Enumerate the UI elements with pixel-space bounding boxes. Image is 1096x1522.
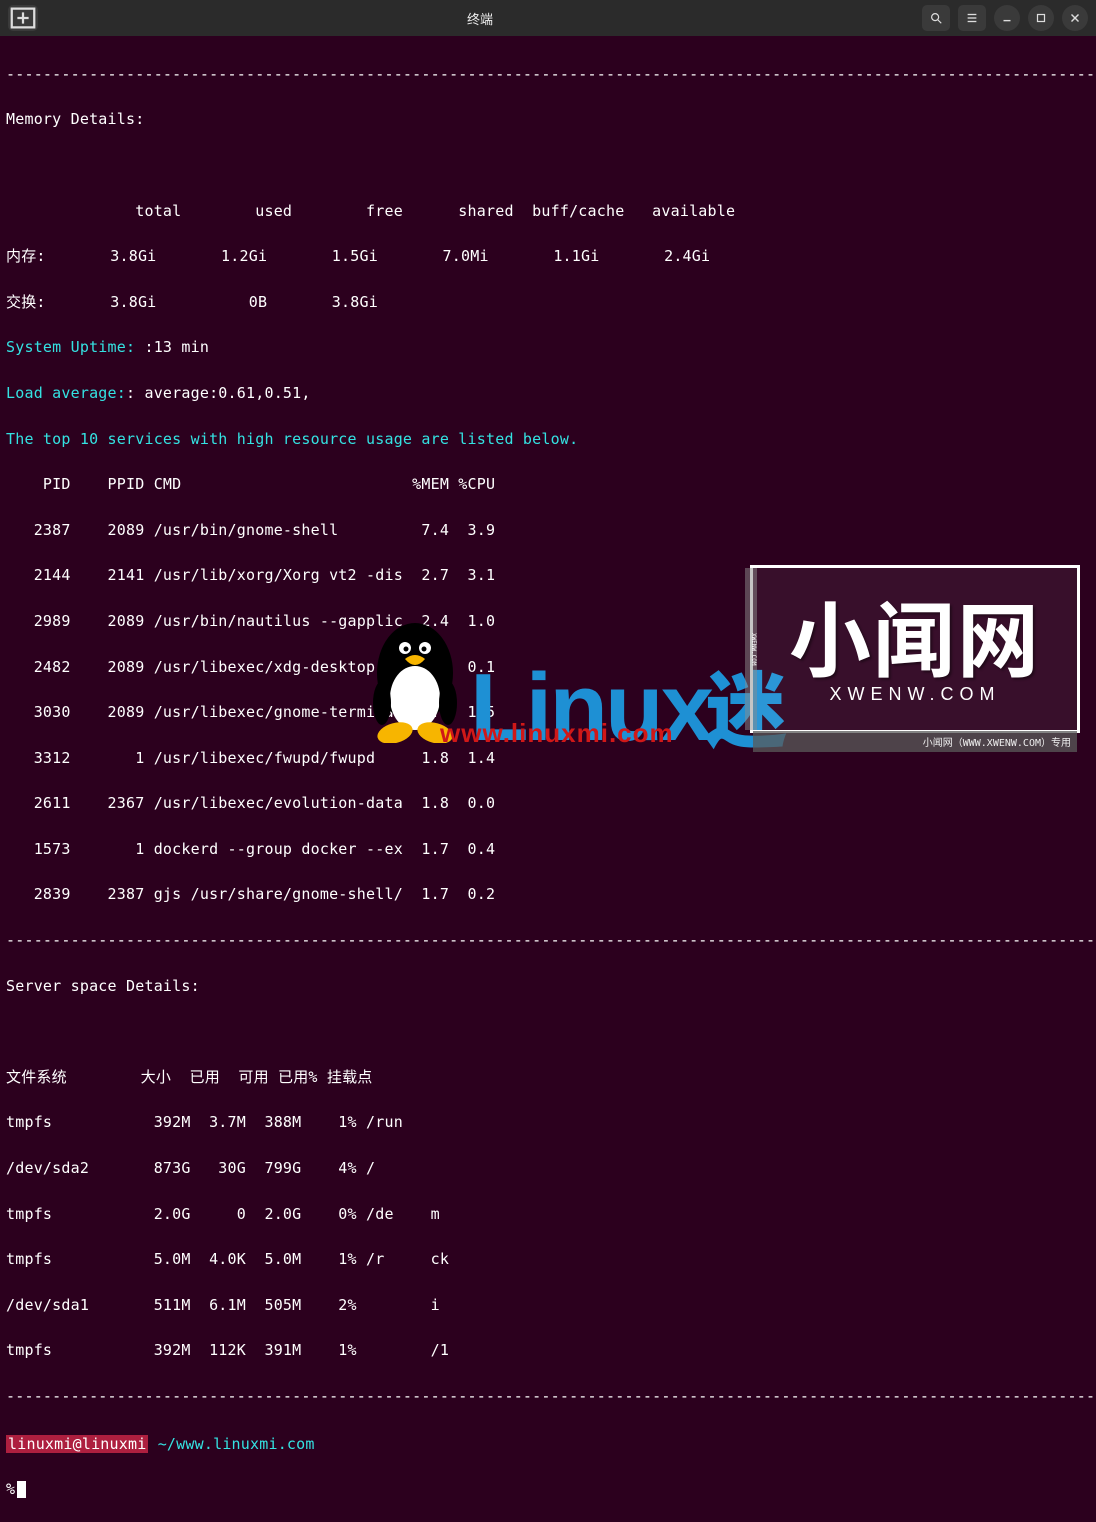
fs-row: /dev/sda2 873G 30G 799G 4% /: [6, 1157, 1090, 1180]
swap-row: 交换: 3.8Gi 0B 3.8Gi: [6, 291, 1090, 314]
fs-row: tmpfs 392M 112K 391M 1% /1: [6, 1339, 1090, 1362]
watermark-side: XWENW.COM: [745, 568, 757, 730]
load-line: Load average:: average:0.61,0.51,: [6, 382, 1090, 405]
watermark-small: XWENW.COM: [830, 684, 1001, 705]
window-titlebar: 终端: [0, 0, 1096, 36]
watermark-big: 小闻网: [789, 594, 1041, 676]
memory-columns: total used free shared buff/cache availa…: [6, 200, 1090, 223]
close-button[interactable]: [1062, 5, 1088, 31]
maximize-icon: [1034, 11, 1048, 25]
search-button[interactable]: [922, 5, 950, 31]
watermark-foot: 小闻网（WWW.XWENW.COM）专用: [753, 731, 1077, 752]
maximize-button[interactable]: [1028, 5, 1054, 31]
new-tab-button[interactable]: [8, 5, 38, 31]
window-title: 终端: [38, 9, 922, 28]
prompt-symbol: %: [6, 1480, 15, 1498]
minimize-icon: [1000, 11, 1014, 25]
fs-row: tmpfs 5.0M 4.0K 5.0M 1% /r ck: [6, 1248, 1090, 1271]
fs-row: tmpfs 2.0G 0 2.0G 0% /de m: [6, 1203, 1090, 1226]
uptime-label: System Uptime:: [6, 338, 144, 356]
prompt-line: linuxmi@linuxmi ~/www.linuxmi.com: [6, 1433, 1090, 1456]
minimize-button[interactable]: [994, 5, 1020, 31]
memory-header: Memory Details:: [6, 108, 1090, 131]
menu-button[interactable]: [958, 5, 986, 31]
uptime-line: System Uptime: :13 min: [6, 336, 1090, 359]
memory-row: 内存: 3.8Gi 1.2Gi 1.5Gi 7.0Mi 1.1Gi 2.4Gi: [6, 245, 1090, 268]
fs-header: 文件系统 大小 已用 可用 已用% 挂载点: [6, 1066, 1090, 1089]
ps-row: 2387 2089 /usr/bin/gnome-shell 7.4 3.9: [6, 519, 1090, 542]
new-tab-icon: [8, 3, 38, 33]
prompt-path: ~/www.linuxmi.com: [158, 1435, 315, 1453]
watermark-box: XWENW.COM 小闻网 XWENW.COM 小闻网（WWW.XWENW.CO…: [750, 565, 1080, 733]
search-icon: [929, 11, 943, 25]
cursor: [17, 1481, 26, 1498]
fs-row: /dev/sda1 511M 6.1M 505M 2% i: [6, 1294, 1090, 1317]
linux-url: www.linuxmi.com: [440, 718, 674, 749]
ps-row: 2839 2387 gjs /usr/share/gnome-shell/ 1.…: [6, 883, 1090, 906]
terminal-output[interactable]: ----------------------------------------…: [0, 36, 1096, 1522]
ps-header: PID PPID CMD %MEM %CPU: [6, 473, 1090, 496]
uptime-value: :13 min: [144, 338, 209, 356]
services-header: The top 10 services with high resource u…: [6, 428, 1090, 451]
hamburger-icon: [965, 11, 979, 25]
load-label: Load average:: [6, 384, 126, 402]
close-icon: [1068, 11, 1082, 25]
fs-row: tmpfs 392M 3.7M 388M 1% /run: [6, 1111, 1090, 1134]
ps-row: 1573 1 dockerd --group docker --ex 1.7 0…: [6, 838, 1090, 861]
divider-line: ----------------------------------------…: [6, 1385, 1090, 1408]
space-header: Server space Details:: [6, 975, 1090, 998]
divider-line: ----------------------------------------…: [6, 63, 1090, 86]
prompt-user: linuxmi@linuxmi: [6, 1435, 148, 1453]
divider-line: ----------------------------------------…: [6, 929, 1090, 952]
prompt-input-line[interactable]: %: [6, 1478, 1090, 1501]
load-value: : average:0.61,0.51,: [126, 384, 311, 402]
ps-row: 2611 2367 /usr/libexec/evolution-data 1.…: [6, 792, 1090, 815]
